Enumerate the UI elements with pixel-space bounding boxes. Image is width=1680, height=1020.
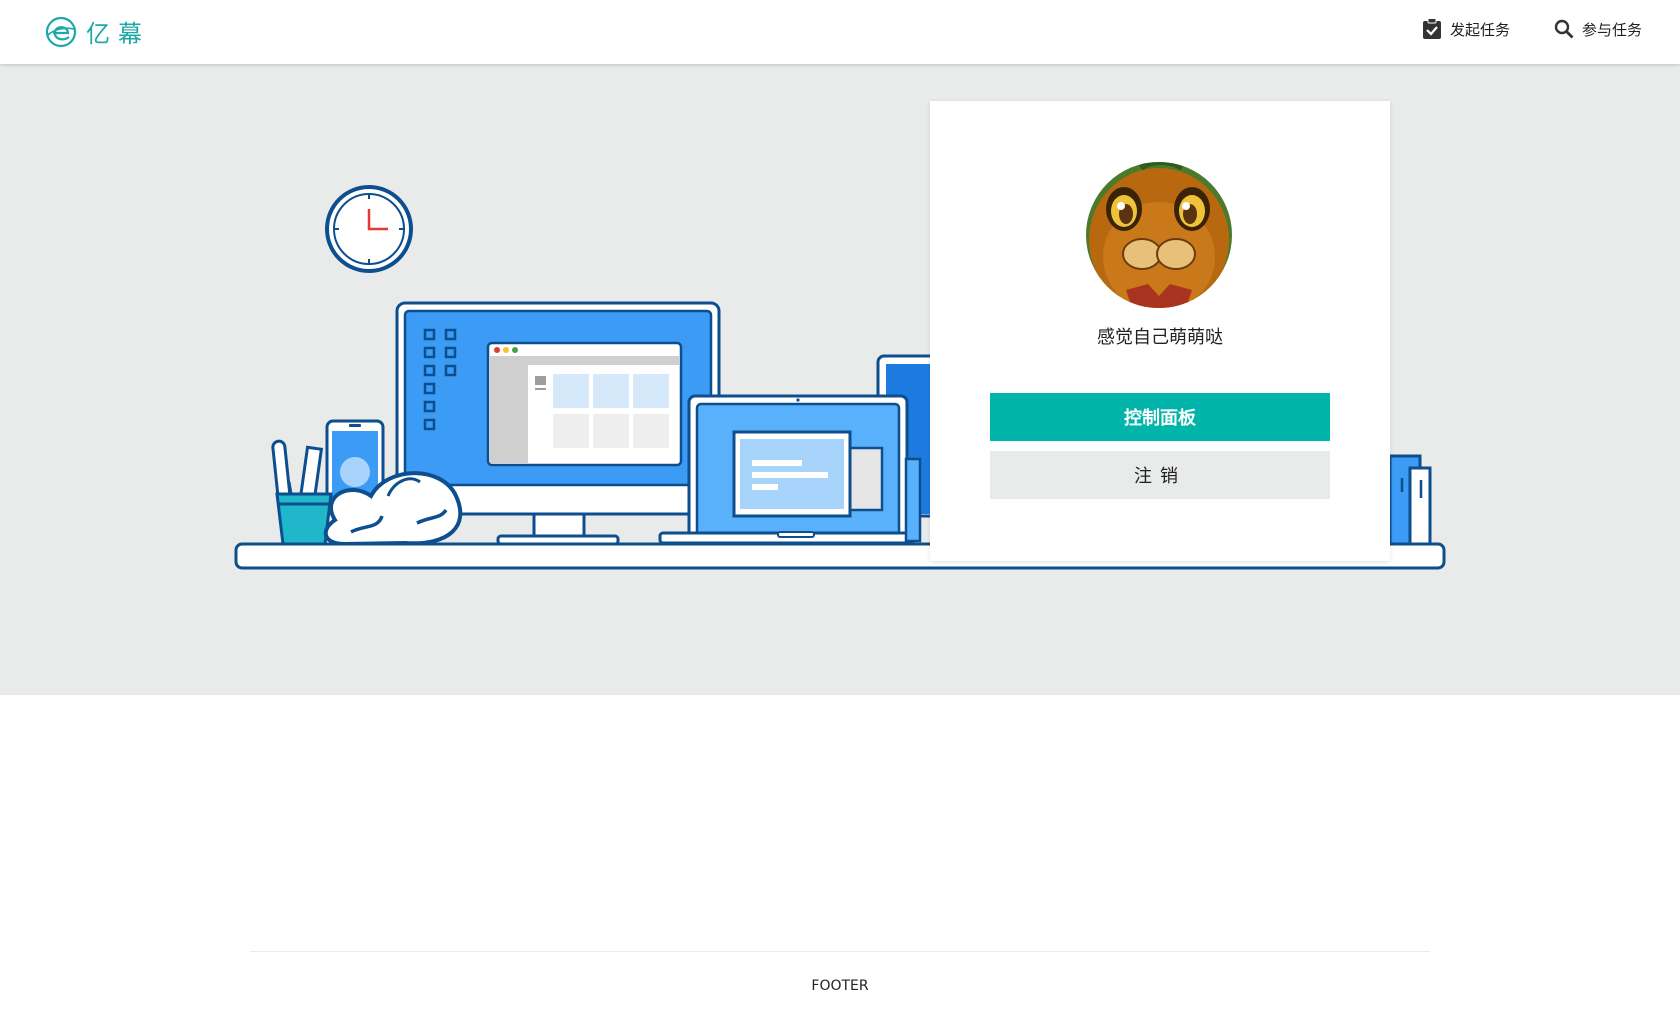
search-icon (1554, 19, 1574, 39)
nav-join-task-label: 参与任务 (1581, 20, 1642, 39)
nav-join-task[interactable]: 参与任务 (1554, 19, 1642, 40)
user-avatar[interactable] (1086, 162, 1232, 308)
logo-text: 亿幕 (86, 20, 150, 48)
control-panel-button[interactable]: 控制面板 (990, 393, 1330, 441)
footer: FOOTER (811, 978, 869, 994)
workspace-illustration (234, 185, 1446, 570)
pencil-cup (271, 439, 333, 546)
avatar-image (1086, 162, 1232, 308)
top-navigation-bar: 亿幕 发起任务 参与任务 (0, 0, 1680, 64)
username: 感觉自己萌萌哒 (1097, 327, 1223, 348)
user-card: 感觉自己萌萌哒 控制面板 注销 (930, 101, 1390, 561)
clipboard-check-icon (1422, 18, 1441, 39)
books (1388, 454, 1432, 546)
nav-start-task[interactable]: 发起任务 (1422, 18, 1510, 40)
logo-icon (45, 16, 77, 47)
nav-start-task-label: 发起任务 (1449, 20, 1510, 39)
clock-icon (325, 185, 413, 273)
logout-button[interactable]: 注销 (990, 451, 1330, 499)
hero-banner: 感觉自己萌萌哒 控制面板 注销 (0, 64, 1680, 695)
laptop (658, 394, 922, 546)
header-nav: 发起任务 参与任务 (1378, 18, 1642, 40)
logo[interactable]: 亿幕 (44, 14, 150, 49)
footer-divider (250, 951, 1430, 952)
